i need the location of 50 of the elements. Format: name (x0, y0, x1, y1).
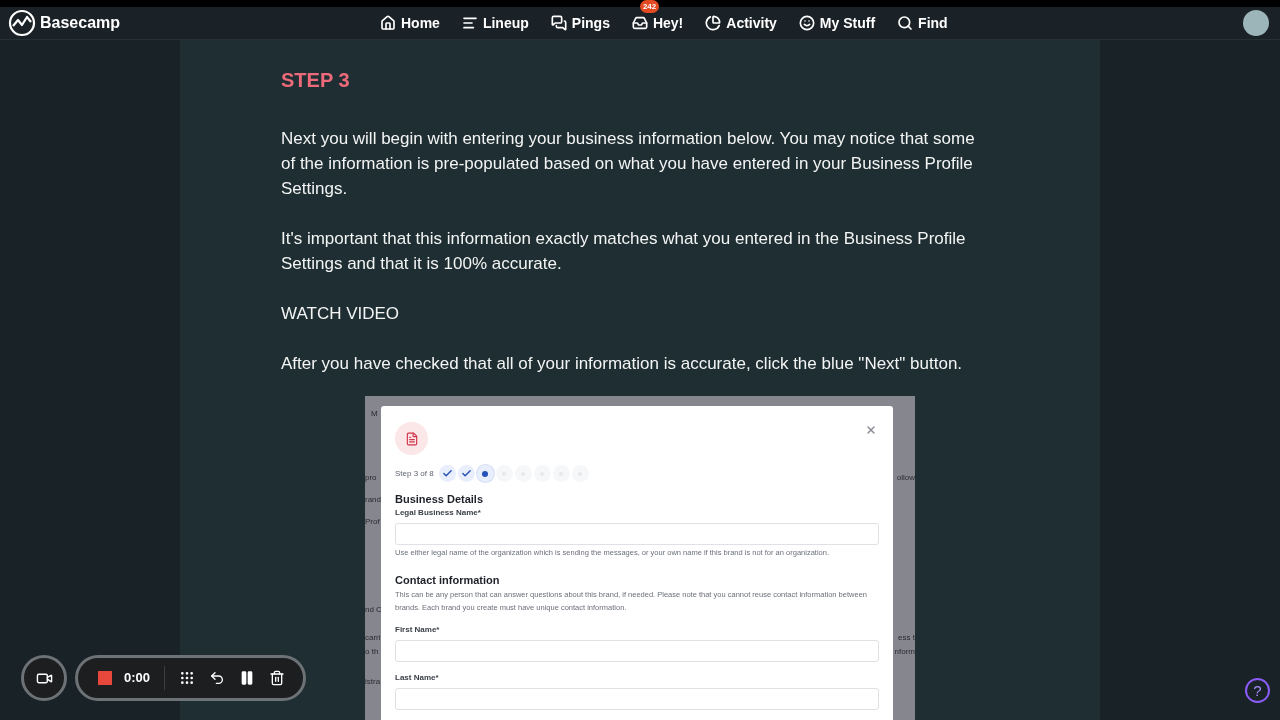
trash-icon[interactable] (269, 670, 286, 686)
nav-icon (705, 15, 722, 31)
logo-icon (8, 9, 36, 37)
close-button[interactable] (865, 424, 877, 436)
grid-icon[interactable] (179, 670, 196, 686)
nav-icon (631, 15, 648, 31)
nav-link[interactable]: Activity (705, 12, 777, 34)
undo-icon[interactable] (209, 670, 226, 686)
input-field[interactable] (395, 640, 879, 662)
nav-link[interactable]: Lineup (461, 12, 529, 34)
background-text: M (371, 408, 378, 420)
field-label: Last Name* (395, 672, 440, 684)
step-heading: STEP 3 (281, 68, 351, 93)
background-text: rand (365, 494, 381, 506)
nav-link[interactable]: Find (897, 12, 948, 34)
input-field[interactable] (395, 688, 879, 710)
app-name: Basecamp (40, 13, 121, 33)
nav-icon (461, 15, 478, 31)
paragraph: After you have checked that all of your information is accurate, click the blue "Next" button. (281, 353, 964, 375)
section-title: Contact information (395, 573, 501, 587)
nav-icon (550, 15, 567, 31)
nav-icon (380, 15, 396, 31)
nav-link[interactable]: Pings (550, 12, 610, 34)
background-text: ess t (898, 632, 915, 644)
paragraph: Next you will begin with entering your business information below. You may notice that some of the information is pre-populated based on what you have entered in your Business Profile Settings. (281, 128, 976, 200)
search-icon (897, 15, 914, 31)
nav-icon (798, 15, 815, 31)
step-label: Step 3 of 8 (395, 467, 434, 480)
recording-time: 0:00 (124, 669, 151, 688)
background-text: nform (894, 646, 915, 658)
avatar[interactable] (1243, 10, 1269, 36)
help-button[interactable]: ? (1245, 678, 1270, 703)
section-title: Business Details (395, 492, 485, 506)
background-text: istra (365, 676, 381, 688)
nav-link[interactable]: My Stuff (798, 12, 876, 34)
paragraph: WATCH VIDEO (281, 303, 401, 325)
background-text: carri (365, 632, 381, 644)
paragraph: It's important that this information exactly matches what you entered in the Business Profile Settings and that it is 100% accurate. (281, 228, 967, 275)
field-label: First Name* (395, 624, 441, 636)
background-text: pro (365, 472, 377, 484)
background-text: Prof (365, 516, 380, 528)
background-text: ollow (896, 472, 915, 484)
background-text: nd C (365, 604, 382, 616)
input-field[interactable] (395, 523, 879, 545)
notification-badge: 242 (639, 0, 660, 13)
nav-link[interactable]: Hey! (631, 12, 684, 34)
background-text: o th (365, 646, 379, 658)
field-label: Legal Business Name* (395, 507, 482, 519)
document-icon (395, 422, 428, 455)
nav-link[interactable]: Home (380, 12, 440, 34)
